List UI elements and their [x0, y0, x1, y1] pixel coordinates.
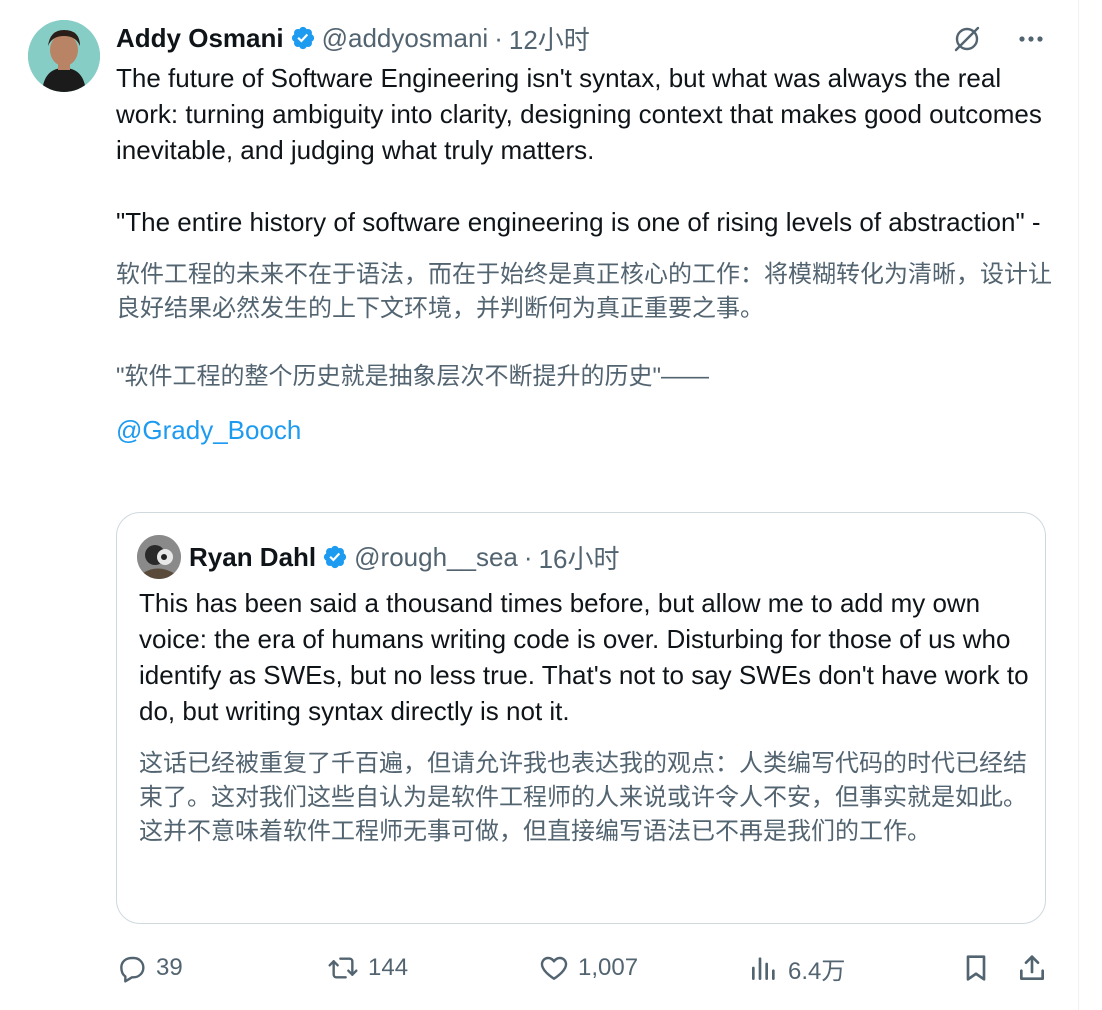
quote-author-name: Ryan Dahl [189, 541, 317, 572]
retweet-button[interactable]: 144 [326, 946, 408, 990]
separator-dot: · [523, 541, 533, 572]
reply-button[interactable]: 39 [116, 946, 183, 990]
separator-dot: · [494, 22, 503, 53]
views-button[interactable]: 6.4万 [748, 946, 845, 990]
retweet-count: 144 [368, 954, 409, 981]
tweet-top-actions [950, 22, 1048, 56]
reply-icon [120, 956, 145, 983]
quoted-tweet[interactable]: Ryan Dahl @rough__sea · 16小时 This has be… [116, 512, 1046, 924]
heart-icon [540, 956, 568, 980]
timeline-border [1078, 0, 1079, 1010]
quote-header: Ryan Dahl @rough__sea · 16小时 [189, 537, 619, 577]
tweet-text-en-2: "The entire history of software engineer… [116, 207, 1041, 237]
share-icon [1020, 955, 1044, 980]
quote-time: 16小时 [538, 543, 620, 574]
view-count: 6.4万 [788, 957, 846, 985]
views-icon [752, 957, 775, 980]
tweet-time[interactable]: 12小时 [509, 20, 590, 57]
quote-author-handle: @rough__sea [354, 541, 518, 572]
author-handle[interactable]: @addyosmani [322, 23, 489, 54]
verified-badge-icon [290, 25, 316, 51]
tweet-header: Addy Osmani @addyosmani · 12小时 [116, 18, 590, 58]
verified-badge-icon [322, 544, 348, 570]
reply-count: 39 [156, 954, 183, 981]
author-avatar[interactable] [28, 20, 100, 92]
retweet-icon [328, 957, 358, 979]
bookmark-icon [966, 955, 986, 981]
tweet-text-cn-2: "软件工程的整个历史就是抽象层次不断提升的历史"—— [116, 363, 710, 390]
grok-icon[interactable] [950, 22, 984, 56]
tweet-text-cn-1: 软件工程的未来不在于语法，而在于始终是真正核心的工作：将模糊转化为清晰，设计让良… [116, 261, 1052, 322]
quote-author-avatar [137, 535, 181, 579]
share-button[interactable] [1016, 946, 1056, 990]
like-button[interactable]: 1,007 [538, 946, 638, 990]
quote-text-en: This has been said a thousand times befo… [139, 588, 1029, 726]
tweet-body: The future of Software Engineering isn't… [116, 60, 1056, 448]
tweet-text-en-1: The future of Software Engineering isn't… [116, 63, 1042, 165]
quote-text-cn: 这话已经被重复了千百遍，但请允许我也表达我的观点：人类编写代码的时代已经结束了。… [139, 750, 1027, 845]
like-count: 1,007 [578, 954, 639, 981]
more-icon[interactable] [1014, 22, 1048, 56]
tweet-action-bar: 39 144 1,007 6.4万 [116, 946, 1056, 990]
author-name[interactable]: Addy Osmani [116, 23, 284, 54]
quote-body: This has been said a thousand times befo… [139, 585, 1029, 849]
mention-link[interactable]: @Grady_Booch [116, 412, 1056, 448]
bookmark-button[interactable] [960, 946, 1000, 990]
